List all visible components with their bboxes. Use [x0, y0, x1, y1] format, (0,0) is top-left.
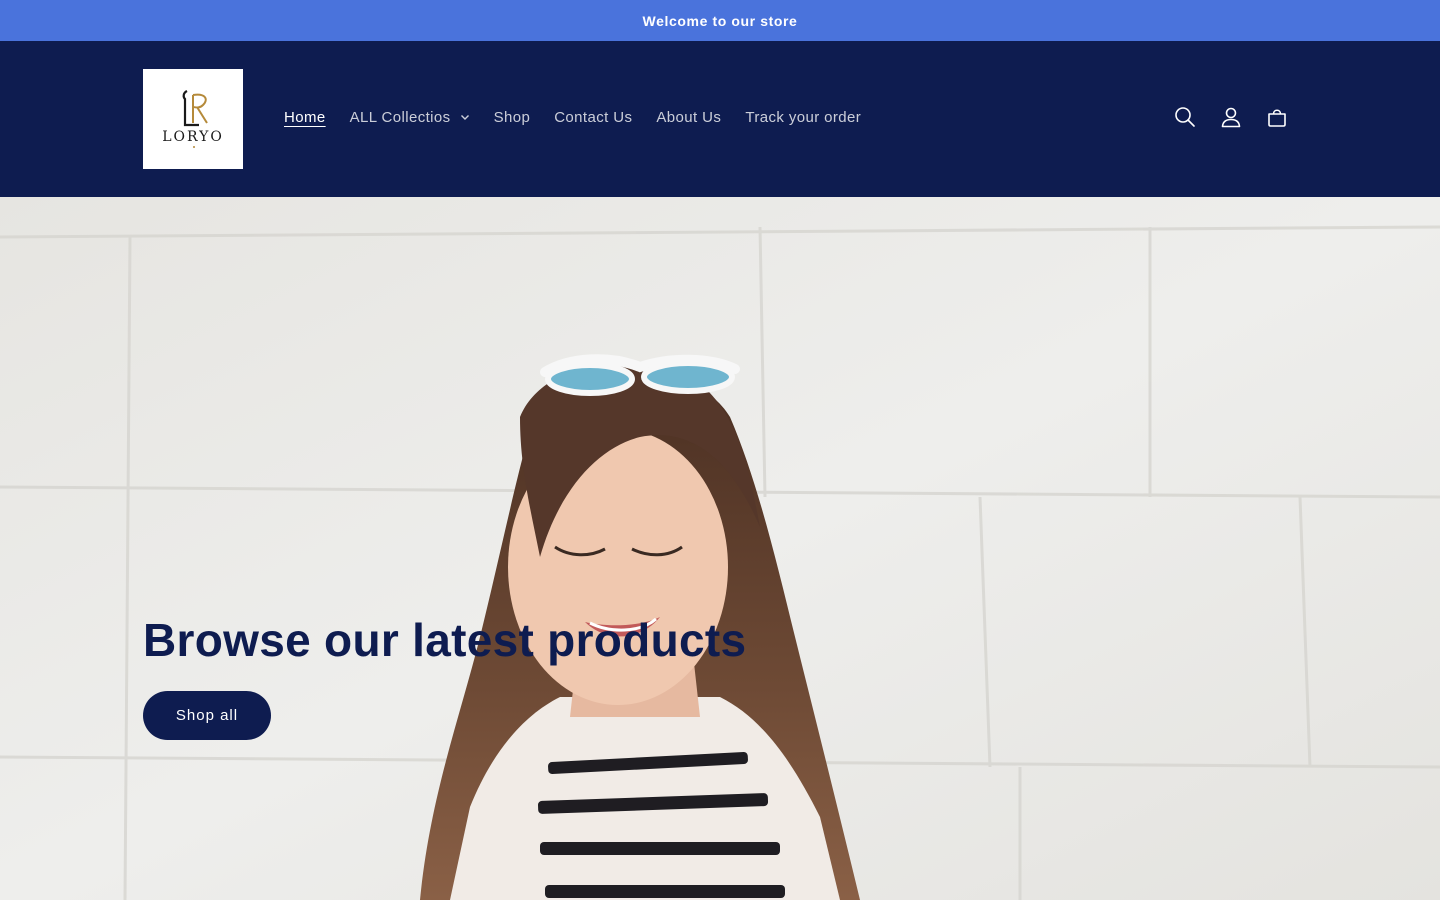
- cart-button[interactable]: [1255, 95, 1299, 139]
- nav-label-shop: Shop: [493, 108, 531, 126]
- hero-title: Browse our latest products: [143, 614, 747, 666]
- loryo-logo-graphic: LORYO: [143, 69, 243, 169]
- nav-item-home[interactable]: Home: [272, 101, 338, 133]
- nav-item-contact-us[interactable]: Contact Us: [542, 101, 644, 133]
- shop-all-button[interactable]: Shop all: [143, 691, 271, 740]
- svg-text:LORYO: LORYO: [162, 129, 224, 145]
- header-icons: [1163, 95, 1301, 139]
- nav-item-about-us[interactable]: About Us: [644, 101, 733, 133]
- nav-label-all-collections: ALL Collectios: [349, 108, 451, 126]
- hero-image: [0, 197, 1440, 900]
- nav-item-all-collections[interactable]: ALL Collectios: [338, 101, 482, 133]
- announcement-text: Welcome to our store: [642, 12, 798, 29]
- nav-label-home: Home: [284, 108, 326, 126]
- nav-label-about-us: About Us: [656, 108, 722, 126]
- nav-item-track-order[interactable]: Track your order: [733, 101, 873, 133]
- nav-label-track-order: Track your order: [745, 108, 862, 126]
- store-logo[interactable]: LORYO: [143, 69, 243, 169]
- account-button[interactable]: [1209, 95, 1253, 139]
- hero-banner: Browse our latest products Shop all: [0, 197, 1440, 900]
- nav-label-contact-us: Contact Us: [554, 108, 633, 126]
- nav-item-shop[interactable]: Shop: [482, 101, 543, 133]
- main-navigation: Home ALL Collectios Shop Contact Us Abou…: [272, 101, 873, 133]
- cart-icon: [1268, 109, 1286, 127]
- announcement-bar: Welcome to our store: [0, 0, 1440, 41]
- chevron-down-icon: [460, 115, 469, 120]
- search-icon: [1175, 107, 1195, 127]
- account-icon: [1221, 107, 1241, 128]
- search-button[interactable]: [1163, 95, 1207, 139]
- site-header: LORYO Home ALL Collectios Shop Contact U…: [0, 41, 1440, 197]
